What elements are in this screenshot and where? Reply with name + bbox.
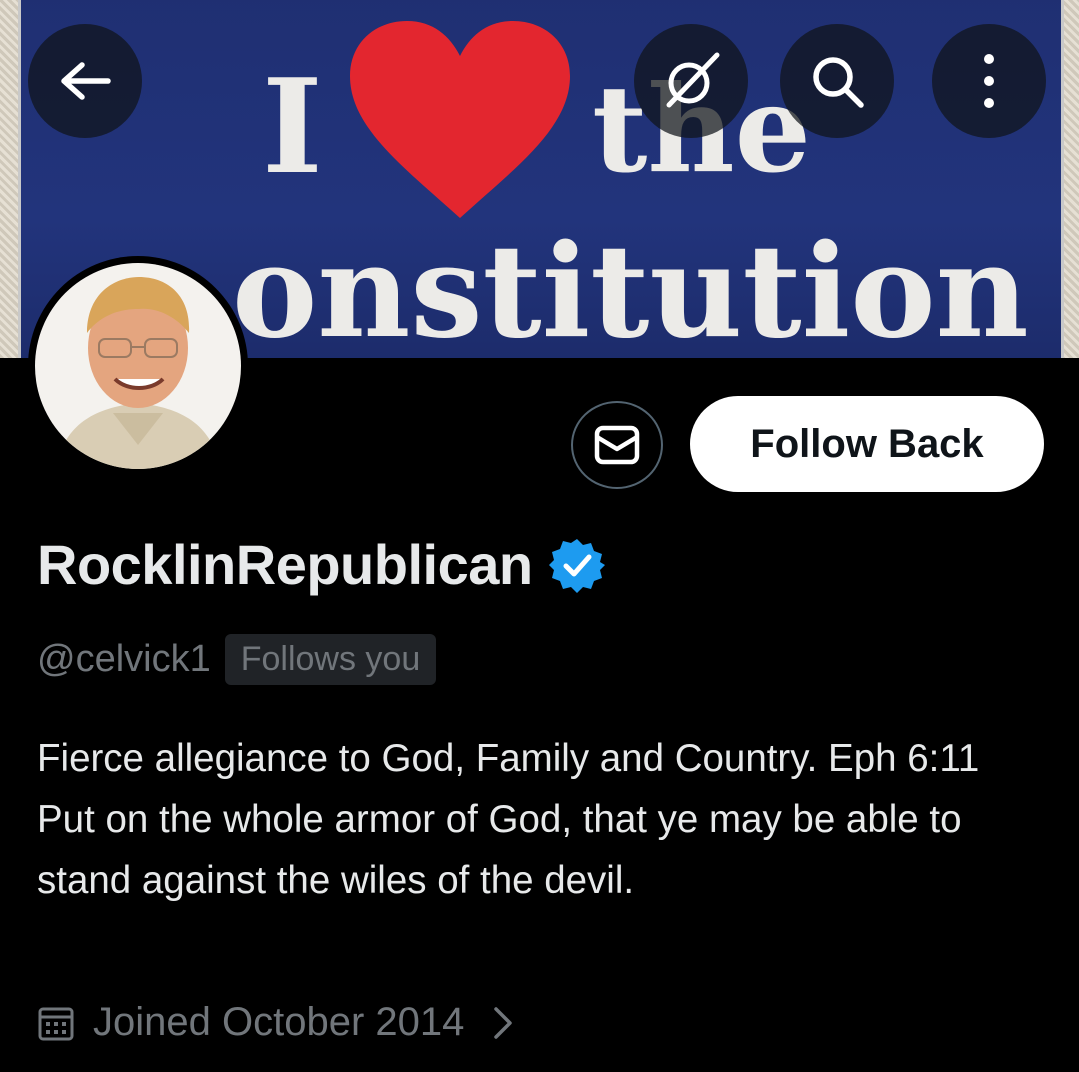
chevron-right-icon <box>494 1006 513 1039</box>
follows-you-badge: Follows you <box>224 634 437 685</box>
more-button[interactable] <box>932 24 1046 138</box>
profile-bio: Fierce allegiance to God, Family and Cou… <box>37 737 980 902</box>
user-handle: @celvick1 <box>37 638 211 680</box>
follow-back-button[interactable]: Follow Back <box>690 396 1044 492</box>
back-button[interactable] <box>28 24 142 138</box>
handle-row: @celvick1 Follows you <box>37 634 437 685</box>
joined-date: Joined October 2014 <box>93 1000 465 1044</box>
arrow-left-icon <box>61 62 111 100</box>
name-row: RocklinRepublican <box>37 532 605 597</box>
grok-button[interactable] <box>634 24 748 138</box>
more-vertical-icon <box>984 54 994 108</box>
heart-icon <box>350 21 570 218</box>
joined-date-row[interactable]: Joined October 2014 <box>37 1000 514 1045</box>
envelope-icon <box>594 425 640 465</box>
message-button[interactable] <box>571 401 663 489</box>
grok-icon <box>666 52 720 108</box>
banner-text-i: I <box>262 50 323 203</box>
banner-text-constitution: onstitution <box>232 217 1029 358</box>
display-name: RocklinRepublican <box>37 533 533 596</box>
banner-wall-left <box>0 0 18 358</box>
banner-text-c-fragment <box>118 214 238 244</box>
profile-avatar[interactable] <box>28 256 248 476</box>
verified-badge-icon[interactable] <box>548 537 605 593</box>
search-icon <box>813 57 864 108</box>
search-button[interactable] <box>780 24 894 138</box>
avatar-photo <box>35 263 241 469</box>
calendar-icon <box>38 1007 74 1040</box>
